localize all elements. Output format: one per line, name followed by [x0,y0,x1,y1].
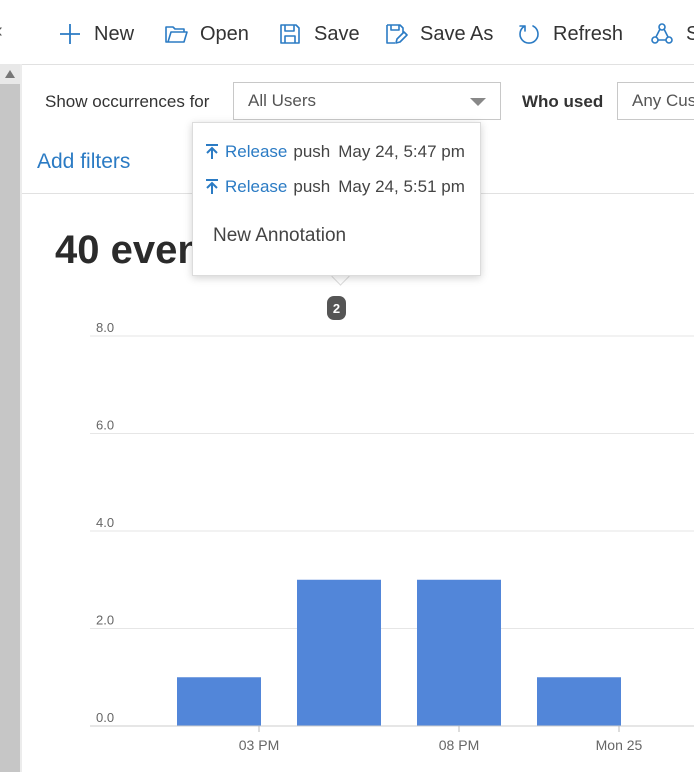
save-button[interactable]: Save [278,18,360,50]
who-used-select[interactable]: Any Cus [617,82,694,120]
y-tick-label: 4.0 [96,515,114,530]
folder-open-icon [165,26,188,43]
annotation-count-badge[interactable]: 2 [327,296,346,320]
events-count-title: 40 even [55,228,202,272]
new-annotation-button[interactable]: New Annotation [213,225,346,247]
new-button[interactable]: New [58,18,134,50]
y-tick-label: 8.0 [96,320,114,335]
share-button[interactable]: S [650,18,694,50]
save-as-button[interactable]: Save As [384,18,493,50]
open-button[interactable]: Open [164,18,249,50]
save-icon [280,24,300,44]
x-tick-label: 08 PM [439,737,479,753]
chart-bar [297,579,381,726]
refresh-label: Refresh [553,22,624,45]
who-used-label: Who used [522,92,604,111]
chevron-down-icon [470,98,486,106]
triangle-up-icon [5,70,15,78]
scroll-up-button[interactable] [0,64,20,84]
refresh-icon [519,25,539,44]
show-occurrences-label: Show occurrences for [45,92,210,111]
annotation-release-link[interactable]: Release [225,177,287,197]
new-label: New [94,22,135,45]
annotation-item: Release push May 24, 5:51 pm [205,175,465,199]
annotation-time: May 24, 5:47 pm [338,142,465,161]
y-tick-label: 2.0 [96,613,114,628]
users-select[interactable]: All Users [233,82,501,120]
add-filters-link[interactable]: Add filters [37,150,130,174]
release-push-icon [206,144,218,159]
save-label: Save [314,22,360,45]
annotation-release-link[interactable]: Release [225,142,287,162]
y-tick-label: 0.0 [96,710,114,725]
refresh-button[interactable]: Refresh [517,18,623,50]
command-toolbar: ‹ New Open Save Save As Refresh S [0,0,694,65]
open-label: Open [200,22,249,45]
chart-bar [177,677,261,726]
who-used-select-value: Any Cus [632,91,694,110]
annotation-time: May 24, 5:51 pm [338,177,465,196]
chart-bar [417,579,501,726]
x-tick-label: Mon 25 [596,737,643,753]
share-icon [651,23,673,44]
annotation-action: push [293,177,331,196]
events-bar-chart: 0.0 2.0 4.0 6.0 8.0 03 PM 08 PM Mon 25 [90,320,694,753]
plus-icon [60,24,80,44]
release-push-icon [206,179,218,194]
y-tick-label: 6.0 [96,418,114,433]
collapse-panel-icon[interactable]: ‹ [0,20,3,43]
share-label: S [686,22,694,45]
x-tick-label: 03 PM [239,737,279,753]
annotation-action: push [293,142,331,161]
annotation-popup: Release push May 24, 5:47 pm Release pus… [192,122,481,276]
chart-bar [537,677,621,726]
annotation-item: Release push May 24, 5:47 pm [205,140,465,164]
save-as-icon [386,24,408,44]
save-as-label: Save As [420,22,494,45]
users-select-value: All Users [248,91,317,110]
